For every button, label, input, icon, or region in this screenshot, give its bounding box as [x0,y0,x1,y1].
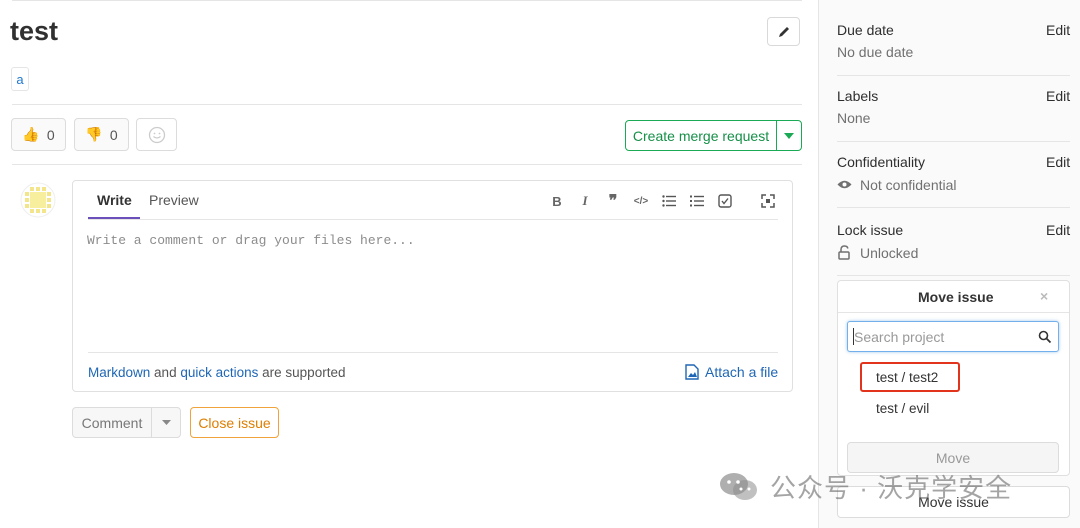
divider [12,164,802,165]
confidentiality-edit-link[interactable]: Edit [1046,154,1070,170]
tab-preview[interactable]: Preview [149,192,199,208]
text-cursor [853,328,854,345]
watermark-text: 公众号 · 沃克学安全 [770,473,1013,503]
supported-text: are supported [262,365,346,380]
smiley-icon [148,126,165,143]
create-merge-request-button[interactable]: Create merge request [626,121,776,150]
lock-issue-edit-link[interactable]: Edit [1046,222,1070,238]
fullscreen-icon[interactable] [759,192,777,210]
watermark: 公众号 · 沃克学安全 [718,468,1012,505]
quote-icon[interactable]: ❞ [604,192,622,210]
comment-dropdown-toggle[interactable] [151,408,180,437]
lock-issue-value: Unlocked [860,245,919,261]
thumbs-up-icon: 👍 [22,126,40,142]
markdown-link[interactable]: Markdown [88,365,150,380]
top-divider [12,0,802,1]
sidebar-divider [837,275,1070,276]
comment-split-button: Comment [72,407,181,438]
attach-file-label: Attach a file [705,364,779,380]
create-merge-request-split-button: Create merge request [625,120,802,151]
sidebar-divider [837,75,1070,76]
divider [12,104,802,105]
merge-request-dropdown-toggle[interactable] [776,121,801,150]
thumbs-down-icon: 👎 [85,126,103,142]
task-list-icon[interactable] [716,192,734,210]
wechat-icon [720,472,757,500]
bullet-list-icon[interactable] [660,192,678,210]
move-panel-divider [838,312,1069,313]
highlight-annotation [860,362,960,392]
markdown-help-text: Markdown and quick actions are supported [88,365,345,380]
thumbs-down-button[interactable]: 👎 0 [74,118,129,151]
close-icon[interactable]: × [1040,288,1048,304]
edit-title-button[interactable] [767,17,800,46]
quick-actions-link[interactable]: quick actions [180,365,258,380]
and-text: and [154,365,177,380]
tab-write[interactable]: Write [97,192,132,208]
due-date-edit-link[interactable]: Edit [1046,22,1070,38]
editor-footer-border [88,352,778,353]
unlock-icon [838,245,850,260]
numbered-list-icon[interactable] [688,192,706,210]
code-icon[interactable]: </> [632,192,650,210]
add-reaction-button[interactable] [136,118,177,151]
confidentiality-title: Confidentiality [837,154,925,170]
caret-down-icon [161,420,171,425]
sidebar-divider [837,207,1070,208]
search-project-placeholder: Search project [854,329,945,345]
tabs-border [88,219,778,220]
attach-file-link[interactable]: Attach a file [685,364,778,380]
labels-title: Labels [837,88,879,104]
lock-issue-title: Lock issue [837,222,904,238]
due-date-value: No due date [837,44,914,60]
issue-title: test [10,16,59,46]
bold-icon[interactable]: B [548,192,566,210]
project-option[interactable]: test / evil [876,401,929,416]
active-tab-indicator [88,217,140,219]
thumbs-up-count: 0 [46,126,55,143]
confidentiality-value: Not confidential [860,177,957,193]
thumbs-up-button[interactable]: 👍 0 [11,118,66,151]
move-issue-title: Move issue [918,289,994,305]
close-issue-button[interactable]: Close issue [190,407,279,438]
labels-value: None [837,110,871,126]
pencil-icon [778,26,789,37]
italic-icon[interactable]: I [576,192,594,210]
image-file-icon [685,364,699,380]
sidebar-divider [837,141,1070,142]
user-avatar [20,182,56,218]
labels-edit-link[interactable]: Edit [1046,88,1070,104]
caret-down-icon [784,132,794,139]
comment-editor [72,180,793,392]
comment-button[interactable]: Comment [73,408,151,437]
search-icon [1038,330,1052,344]
eye-icon [837,180,852,189]
due-date-title: Due date [837,22,894,38]
comment-textarea[interactable]: Write a comment or drag your files here.… [87,233,415,248]
thumbs-down-count: 0 [109,126,118,143]
issue-label[interactable]: a [11,67,29,91]
